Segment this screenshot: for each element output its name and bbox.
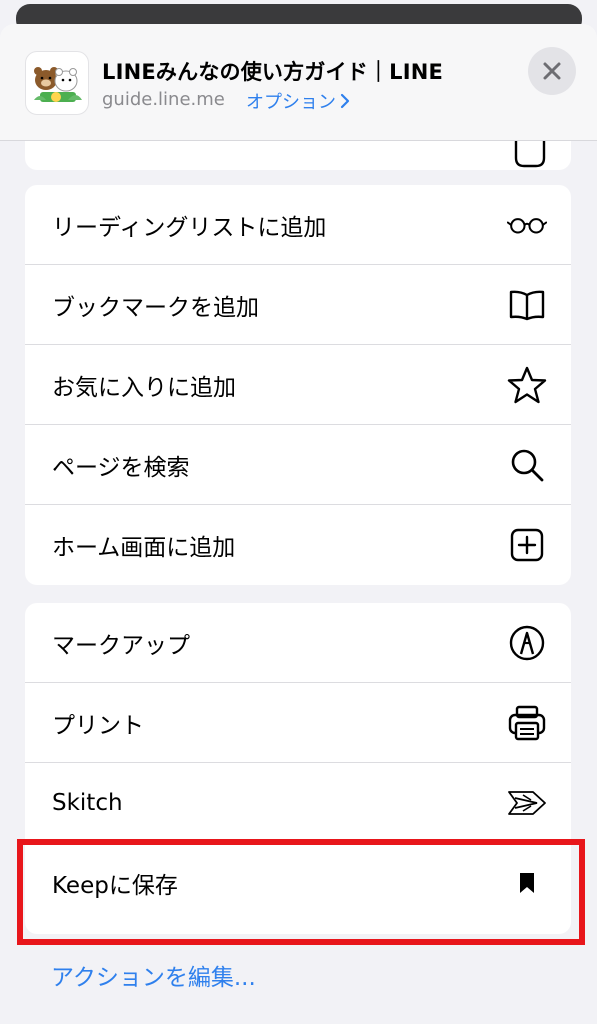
- glasses-icon: [507, 205, 547, 245]
- action-print[interactable]: プリント: [25, 683, 571, 763]
- site-favicon: [25, 51, 89, 115]
- book-icon: [507, 285, 547, 325]
- action-save-to-keep[interactable]: Keepに保存: [25, 843, 571, 923]
- action-group-1: リーディングリストに追加 ブックマークを追加 お気に入りに追加 ページを検索 ホ…: [25, 185, 571, 585]
- bookmark-icon: [507, 863, 547, 903]
- close-button[interactable]: [528, 47, 576, 95]
- star-icon: [507, 365, 547, 405]
- action-label: マークアップ: [52, 632, 190, 659]
- close-icon: [543, 62, 561, 80]
- page-title: LINEみんなの使い方ガイド｜LINE: [102, 60, 444, 84]
- edit-actions-link[interactable]: アクションを編集...: [51, 958, 256, 992]
- chevron-right-icon: [340, 93, 350, 109]
- action-skitch[interactable]: Skitch: [25, 763, 571, 843]
- printer-icon: [507, 703, 547, 743]
- search-icon: [507, 445, 547, 485]
- action-add-home-screen[interactable]: ホーム画面に追加: [25, 505, 571, 585]
- options-label: オプション: [246, 92, 336, 113]
- action-label: Skitch: [52, 789, 123, 816]
- action-label: リーディングリストに追加: [52, 214, 327, 241]
- action-label: プリント: [52, 712, 144, 739]
- action-label: ブックマークを追加: [52, 294, 259, 321]
- page-domain: guide.line.me: [102, 89, 225, 110]
- share-sheet: LINEみんなの使い方ガイド｜LINE guide.line.me オプション …: [0, 24, 597, 1024]
- copy-icon: [514, 140, 546, 168]
- action-label: ページを検索: [52, 454, 190, 481]
- share-sheet-header: LINEみんなの使い方ガイド｜LINE guide.line.me オプション: [0, 24, 597, 141]
- action-group-2: マークアップ プリント Skitch Keepに保存: [25, 603, 571, 934]
- options-link[interactable]: オプション: [246, 88, 350, 114]
- add-square-icon: [507, 525, 547, 565]
- skitch-arrow-icon: [507, 783, 547, 823]
- markup-pen-icon: [507, 623, 547, 663]
- action-add-favorites[interactable]: お気に入りに追加: [25, 345, 571, 425]
- action-find-on-page[interactable]: ページを検索: [25, 425, 571, 505]
- action-add-reading-list[interactable]: リーディングリストに追加: [25, 185, 571, 265]
- action-label: お気に入りに追加: [52, 374, 236, 401]
- action-label: Keepに保存: [52, 873, 178, 899]
- action-markup[interactable]: マークアップ: [25, 603, 571, 683]
- action-label: ホーム画面に追加: [52, 535, 236, 561]
- action-add-bookmark[interactable]: ブックマークを追加: [25, 265, 571, 345]
